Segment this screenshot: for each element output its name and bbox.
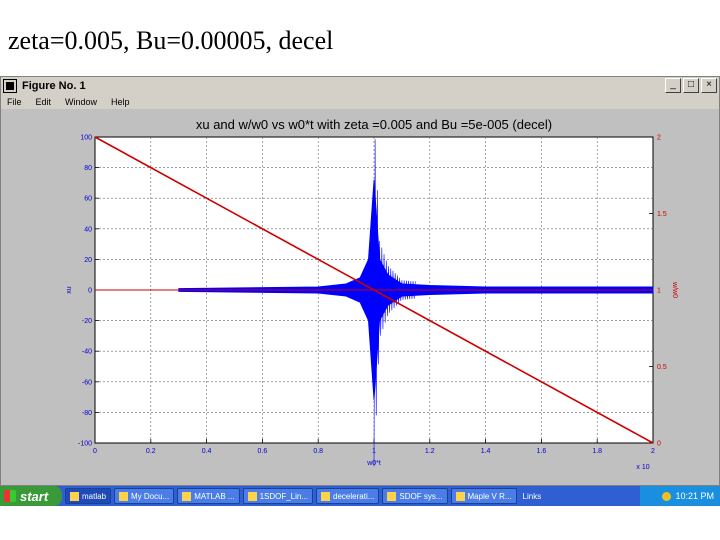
y-tick-label: 20	[84, 257, 92, 264]
menu-edit[interactable]: Edit	[36, 97, 52, 107]
x-axis-label: w0*t	[366, 460, 381, 467]
y-tick-label: -60	[82, 379, 92, 386]
slide-title: zeta=0.005, Bu=0.00005, decel	[8, 26, 334, 55]
x-tick-label: 0.6	[258, 448, 268, 455]
y-tick-label: -100	[78, 441, 92, 448]
taskbar-item-deceleration[interactable]: decelerati...	[316, 488, 380, 504]
taskbar: start matlab My Docu... MATLAB ... 1SDOF…	[0, 486, 720, 506]
system-tray: 10:21 PM	[640, 486, 720, 506]
menu-file[interactable]: File	[7, 97, 22, 107]
y2-tick-label: 1	[657, 288, 661, 295]
x-tick-label: 1.6	[537, 448, 547, 455]
y-tick-label: 60	[84, 196, 92, 203]
taskbar-item-label: decelerati...	[333, 491, 375, 501]
y-tick-label: -20	[82, 318, 92, 325]
y2-tick-label: 0	[657, 441, 661, 448]
x-tick-label: 1.4	[481, 448, 491, 455]
maximize-button[interactable]: □	[683, 78, 699, 93]
start-button[interactable]: start	[0, 486, 62, 506]
menubar: File Edit Window Help	[1, 95, 719, 109]
windows-logo-icon	[4, 490, 16, 502]
x-tick-label: 1.2	[425, 448, 435, 455]
links-toolbar[interactable]: Links	[523, 492, 542, 501]
y-tick-label: 100	[80, 135, 92, 142]
y2-axis-label: w/w0	[671, 281, 678, 298]
taskbar-item-label: 1SDOF_Lin...	[259, 491, 309, 501]
x-tick-label: 0.4	[202, 448, 212, 455]
y-axis-label: xu	[66, 286, 73, 294]
taskbar-item-my-documents[interactable]: My Docu...	[114, 488, 175, 504]
taskbar-item-label: My Docu...	[131, 491, 170, 501]
taskbar-item-maple[interactable]: Maple V R...	[450, 488, 517, 504]
y-tick-label: 0	[88, 288, 92, 295]
taskbar-item-matlab-app[interactable]: MATLAB ...	[177, 488, 240, 504]
taskbar-item-label: MATLAB ...	[194, 491, 235, 501]
y-tick-label: -80	[82, 410, 92, 417]
y-tick-label: 80	[84, 165, 92, 172]
taskbar-item-label: SDOF sys...	[399, 491, 443, 501]
taskbar-item-sdof-sys[interactable]: SDOF sys...	[382, 488, 448, 504]
folder-icon	[70, 491, 79, 501]
window-title: Figure No. 1	[22, 80, 86, 92]
y2-tick-label: 0.5	[657, 364, 667, 371]
start-label: start	[20, 488, 49, 504]
taskbar-item-label: Maple V R...	[467, 491, 512, 501]
x-tick-label: 1.8	[592, 448, 602, 455]
chart: 0 0.2 0.4 0.6 0.8 1 1.2 1.4 1.6 1.8 2100806040200-…	[66, 117, 678, 471]
document-icon	[247, 491, 257, 501]
maple-icon	[455, 491, 465, 501]
window-titlebar[interactable]: Figure No. 1 _ □ ×	[1, 77, 719, 95]
figure-icon	[3, 79, 17, 93]
minimize-button[interactable]: _	[665, 78, 681, 93]
taskbar-item-matlab[interactable]: matlab	[65, 488, 112, 504]
x-exponent-label: x 10	[636, 464, 649, 471]
y2-tick-label: 1.5	[657, 211, 667, 218]
clock: 10:21 PM	[675, 491, 714, 501]
figure-area: 0 0.2 0.4 0.6 0.8 1 1.2 1.4 1.6 1.8 2 100 80 60 40 20 0-…	[1, 109, 719, 485]
y-tick-label: 40	[84, 226, 92, 233]
folder-icon	[119, 491, 129, 501]
figure-window: Figure No. 1 _ □ × File Edit Window Help…	[0, 76, 720, 486]
menu-help[interactable]: Help	[111, 97, 130, 107]
taskbar-item-sdof-lin[interactable]: 1SDOF_Lin...	[242, 488, 314, 504]
x-tick-label: 0	[93, 448, 97, 455]
tray-icon[interactable]	[662, 491, 672, 501]
x-tick-label: 0.2	[146, 448, 156, 455]
x-tick-label: 2	[651, 448, 655, 455]
x-tick-label: 0.8	[313, 448, 323, 455]
y2-tick-label: 2	[657, 135, 661, 142]
matlab-icon	[182, 491, 192, 501]
menu-window[interactable]: Window	[65, 97, 97, 107]
close-button[interactable]: ×	[701, 78, 717, 93]
chart-title: xu and w/w0 vs w0*t with zeta =0.005 and…	[196, 117, 552, 132]
document-icon	[387, 491, 397, 501]
taskbar-item-label: matlab	[82, 491, 107, 501]
browser-icon	[321, 491, 331, 501]
y-tick-label: -40	[82, 349, 92, 356]
